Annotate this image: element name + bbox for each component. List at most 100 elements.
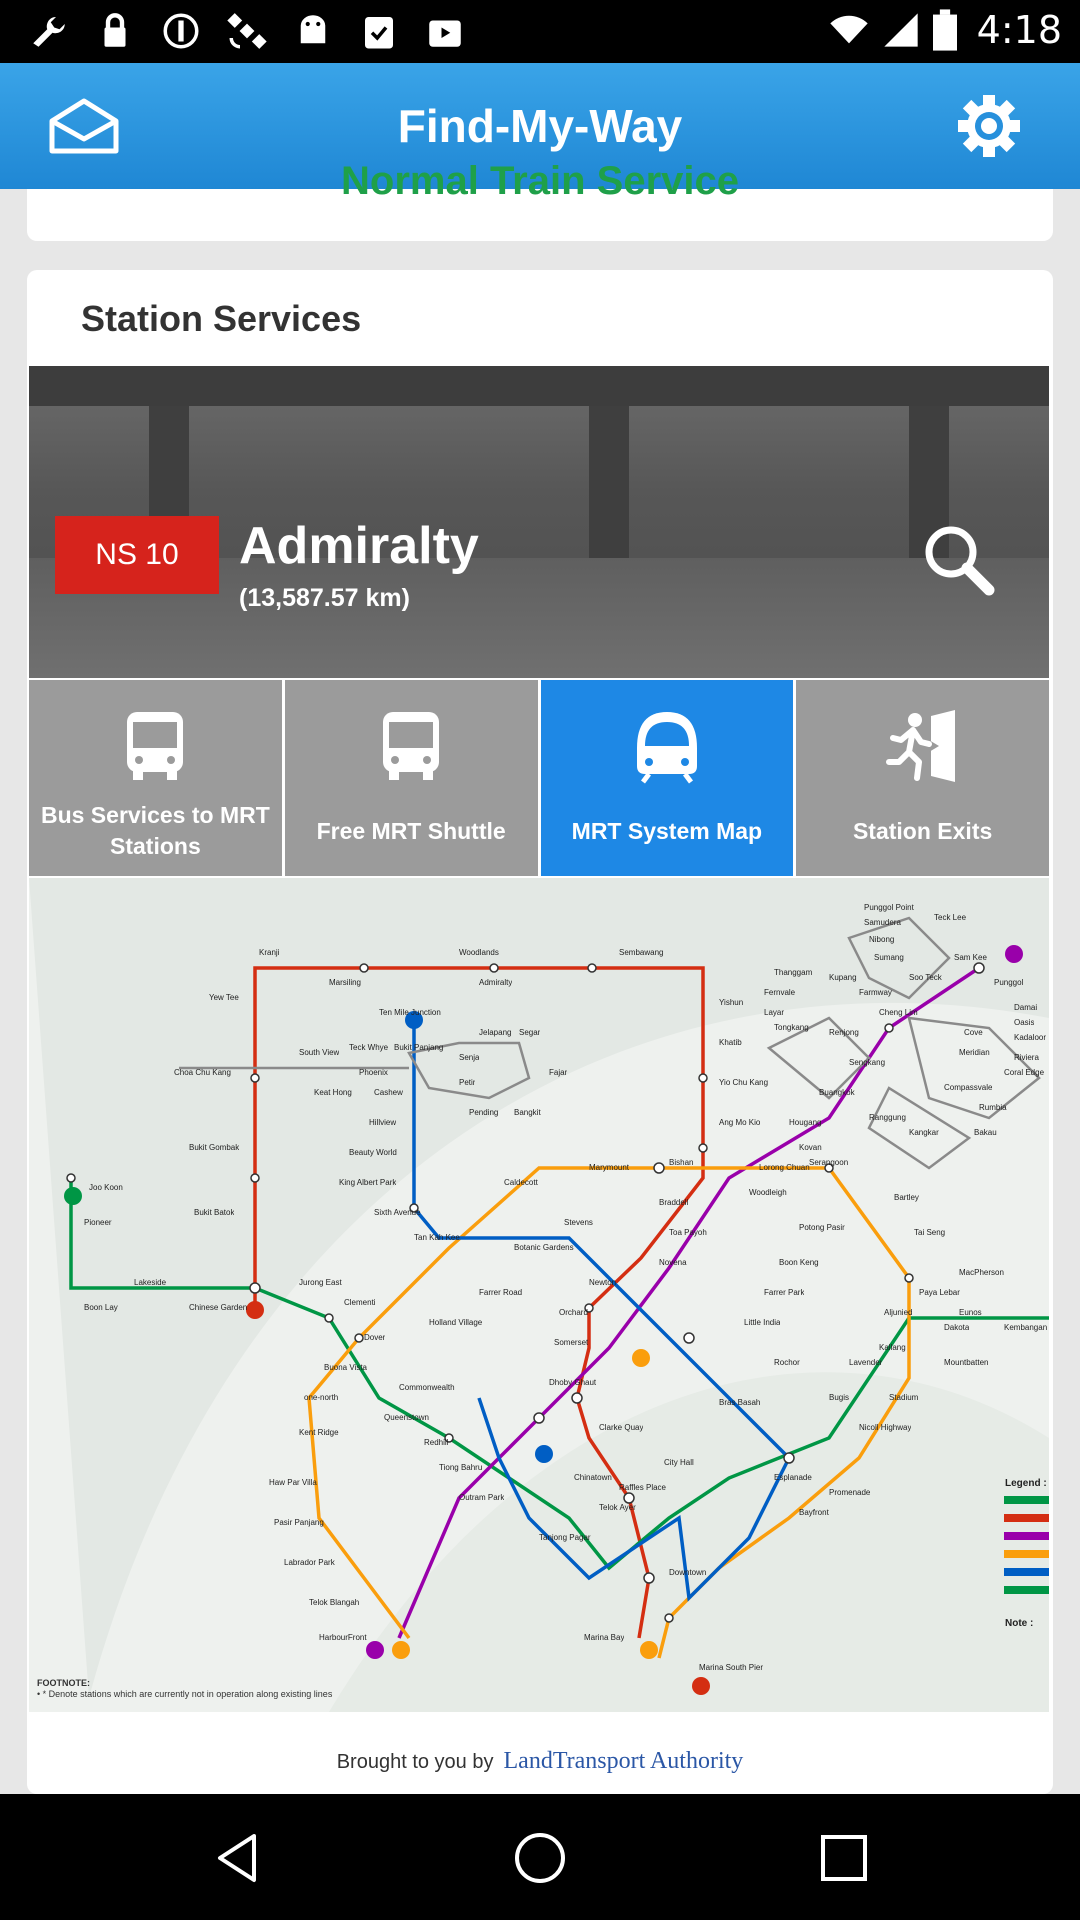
station-label[interactable]: Keat Hong [314,1088,352,1097]
station-label[interactable]: Botanic Gardens [514,1243,574,1252]
station-label[interactable]: Rumbia [979,1103,1007,1112]
station-label[interactable]: Woodlands [459,948,499,957]
recents-icon[interactable] [816,1830,872,1886]
station-label[interactable]: Marina South Pier [699,1663,763,1672]
station-label[interactable]: Commonwealth [399,1383,455,1392]
station-label[interactable]: Coral Edge [1004,1068,1044,1077]
station-label[interactable]: Bras Basah [719,1398,760,1407]
station-label[interactable]: Meridian [959,1048,990,1057]
station-label[interactable]: Samudera [864,918,901,927]
station-label[interactable]: Fernvale [764,988,795,997]
station-label[interactable]: Kembangan [1004,1323,1047,1332]
station-label[interactable]: Punggol [994,978,1023,987]
station-label[interactable]: Soo Teck [909,973,942,982]
station-label[interactable]: Sumang [874,953,904,962]
station-label[interactable]: Ten Mile Junction [379,1008,441,1017]
station-label[interactable]: Tan Kah Kee [414,1233,460,1242]
station-label[interactable]: Eunos [959,1308,982,1317]
station-label[interactable]: Mountbatten [944,1358,988,1367]
station-label[interactable]: Lorong Chuan [759,1163,810,1172]
station-label[interactable]: Cashew [374,1088,403,1097]
station-label[interactable]: Cheng Lim [879,1008,918,1017]
station-label[interactable]: Cove [964,1028,983,1037]
station-label[interactable]: Holland Village [429,1318,482,1327]
station-label[interactable]: Chinese Garden [189,1303,247,1312]
station-label[interactable]: Esplanade [774,1473,812,1482]
station-label[interactable]: Pending [469,1108,498,1117]
station-label[interactable]: Bishan [669,1158,693,1167]
station-label[interactable]: Paya Lebar [919,1288,960,1297]
station-label[interactable]: Riviera [1014,1053,1039,1062]
mrt-system-map[interactable]: Kranji Woodlands Sembawang Marsiling Admiral… [29,878,1049,1712]
station-label[interactable]: Jurong East [299,1278,342,1287]
station-label[interactable]: Teck Whye [349,1043,388,1052]
home-icon[interactable] [512,1830,568,1886]
station-label[interactable]: Boon Keng [779,1258,819,1267]
station-label[interactable]: Bakau [974,1128,997,1137]
station-label[interactable]: Buangkok [819,1088,855,1097]
station-label[interactable]: Pioneer [84,1218,112,1227]
station-label[interactable]: Marina Bay [584,1633,624,1642]
station-label[interactable]: Pasir Panjang [274,1518,324,1527]
station-label[interactable]: City Hall [664,1458,694,1467]
station-label[interactable]: Buona Vista [324,1363,367,1372]
station-label[interactable]: Kranji [259,948,279,957]
station-label[interactable]: Teck Lee [934,913,966,922]
station-label[interactable]: Senja [459,1053,479,1062]
station-label[interactable]: Damai [1014,1003,1037,1012]
station-label[interactable]: Sembawang [619,948,663,957]
station-label[interactable]: Promenade [829,1488,870,1497]
station-label[interactable]: Serangoon [809,1158,848,1167]
station-label[interactable]: Bayfront [799,1508,829,1517]
station-label[interactable]: Tai Seng [914,1228,945,1237]
station-label[interactable]: Compassvale [944,1083,992,1092]
station-label[interactable]: Joo Koon [89,1183,123,1192]
station-label[interactable]: Marymount [589,1163,629,1172]
lta-logo[interactable]: LandTransport Authority [504,1748,744,1774]
station-label[interactable]: Beauty World [349,1148,397,1157]
station-label[interactable]: Lavender [849,1358,882,1367]
station-label[interactable]: Chinatown [574,1473,612,1482]
station-label[interactable]: Hillview [369,1118,396,1127]
gear-icon[interactable] [956,93,1022,159]
station-label[interactable]: Yio Chu Kang [719,1078,768,1087]
station-label[interactable]: Toa Payoh [669,1228,707,1237]
station-label[interactable]: Dover [364,1333,385,1342]
station-label[interactable]: Tiong Bahru [439,1463,482,1472]
station-label[interactable]: Kupang [829,973,857,982]
station-label[interactable]: Marsiling [329,978,361,987]
station-label[interactable]: Queenstown [384,1413,429,1422]
station-label[interactable]: Bukit Batok [194,1208,234,1217]
station-label[interactable]: Lakeside [134,1278,166,1287]
station-label[interactable]: Kadaloor [1014,1033,1046,1042]
station-label[interactable]: Khatib [719,1038,742,1047]
station-label[interactable]: Fajar [549,1068,567,1077]
station-label[interactable]: Braddell [659,1198,688,1207]
tile-free-mrt-shuttle[interactable]: Free MRT Shuttle [284,680,538,876]
tile-mrt-system-map[interactable]: MRT System Map [540,680,794,876]
station-label[interactable]: Haw Par Villa [269,1478,317,1487]
station-label[interactable]: Yishun [719,998,743,1007]
station-label[interactable]: Woodleigh [749,1188,787,1197]
station-label[interactable]: HarbourFront [319,1633,367,1642]
station-label[interactable]: Ranggung [869,1113,906,1122]
station-label[interactable]: Kangkar [909,1128,939,1137]
station-label[interactable]: Farrer Park [764,1288,804,1297]
station-label[interactable]: Bangkit [514,1108,541,1117]
station-label[interactable]: Potong Pasir [799,1223,845,1232]
station-label[interactable]: Renjong [829,1028,859,1037]
station-label[interactable]: Oasis [1014,1018,1034,1027]
station-label[interactable]: Redhill [424,1438,448,1447]
station-label[interactable]: Clarke Quay [599,1423,643,1432]
search-icon[interactable] [921,522,995,596]
station-label[interactable]: Tanjong Pagar [539,1533,591,1542]
tile-station-exits[interactable]: Station Exits [796,680,1049,876]
station-label[interactable]: Petir [459,1078,475,1087]
station-label[interactable]: Telok Blangah [309,1598,359,1607]
station-label[interactable]: Bukit Gombak [189,1143,239,1152]
tile-bus-services[interactable]: Bus Services to MRT Stations [29,680,282,876]
station-label[interactable]: Sixth Avenue [374,1208,421,1217]
station-label[interactable]: South View [299,1048,339,1057]
station-label[interactable]: Nicoll Highway [859,1423,911,1432]
station-label[interactable]: Raffles Place [619,1483,666,1492]
